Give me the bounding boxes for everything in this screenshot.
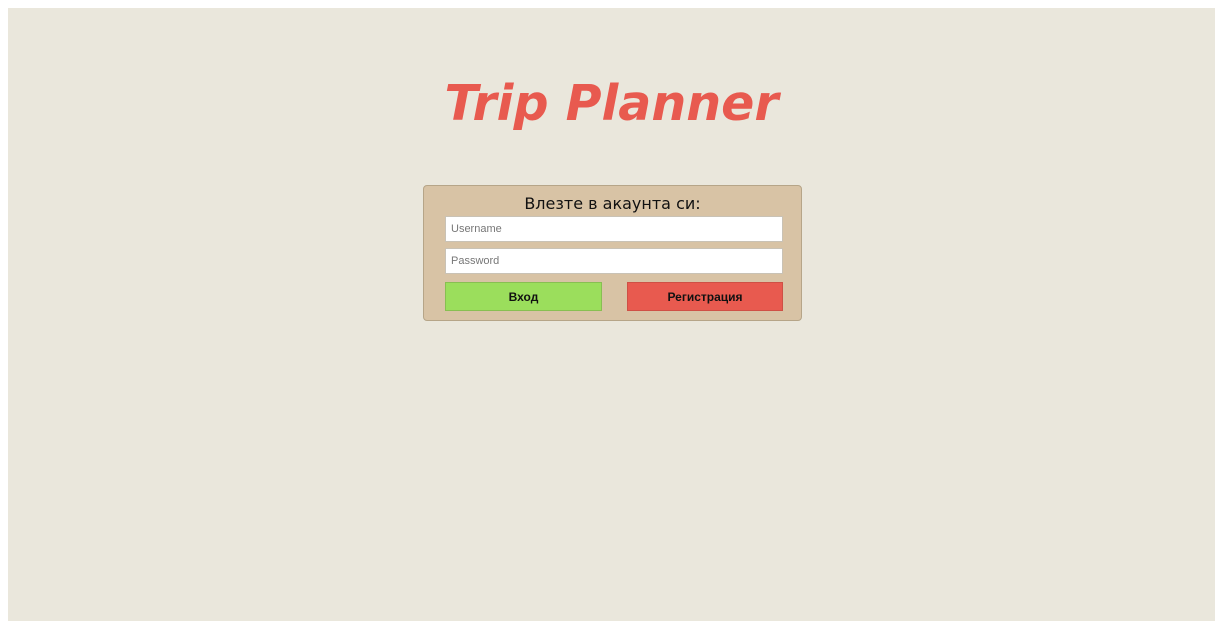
app-title: Trip Planner — [444, 75, 779, 132]
login-heading: Влезте в акаунта си: — [524, 194, 701, 213]
register-button[interactable]: Регистрация — [627, 282, 783, 311]
login-panel: Влезте в акаунта си: Вход Регистрация — [423, 185, 802, 321]
login-button[interactable]: Вход — [445, 282, 602, 311]
username-input[interactable] — [445, 216, 783, 242]
page-background: Trip Planner Влезте в акаунта си: Вход Р… — [8, 8, 1215, 621]
password-input[interactable] — [445, 248, 783, 274]
